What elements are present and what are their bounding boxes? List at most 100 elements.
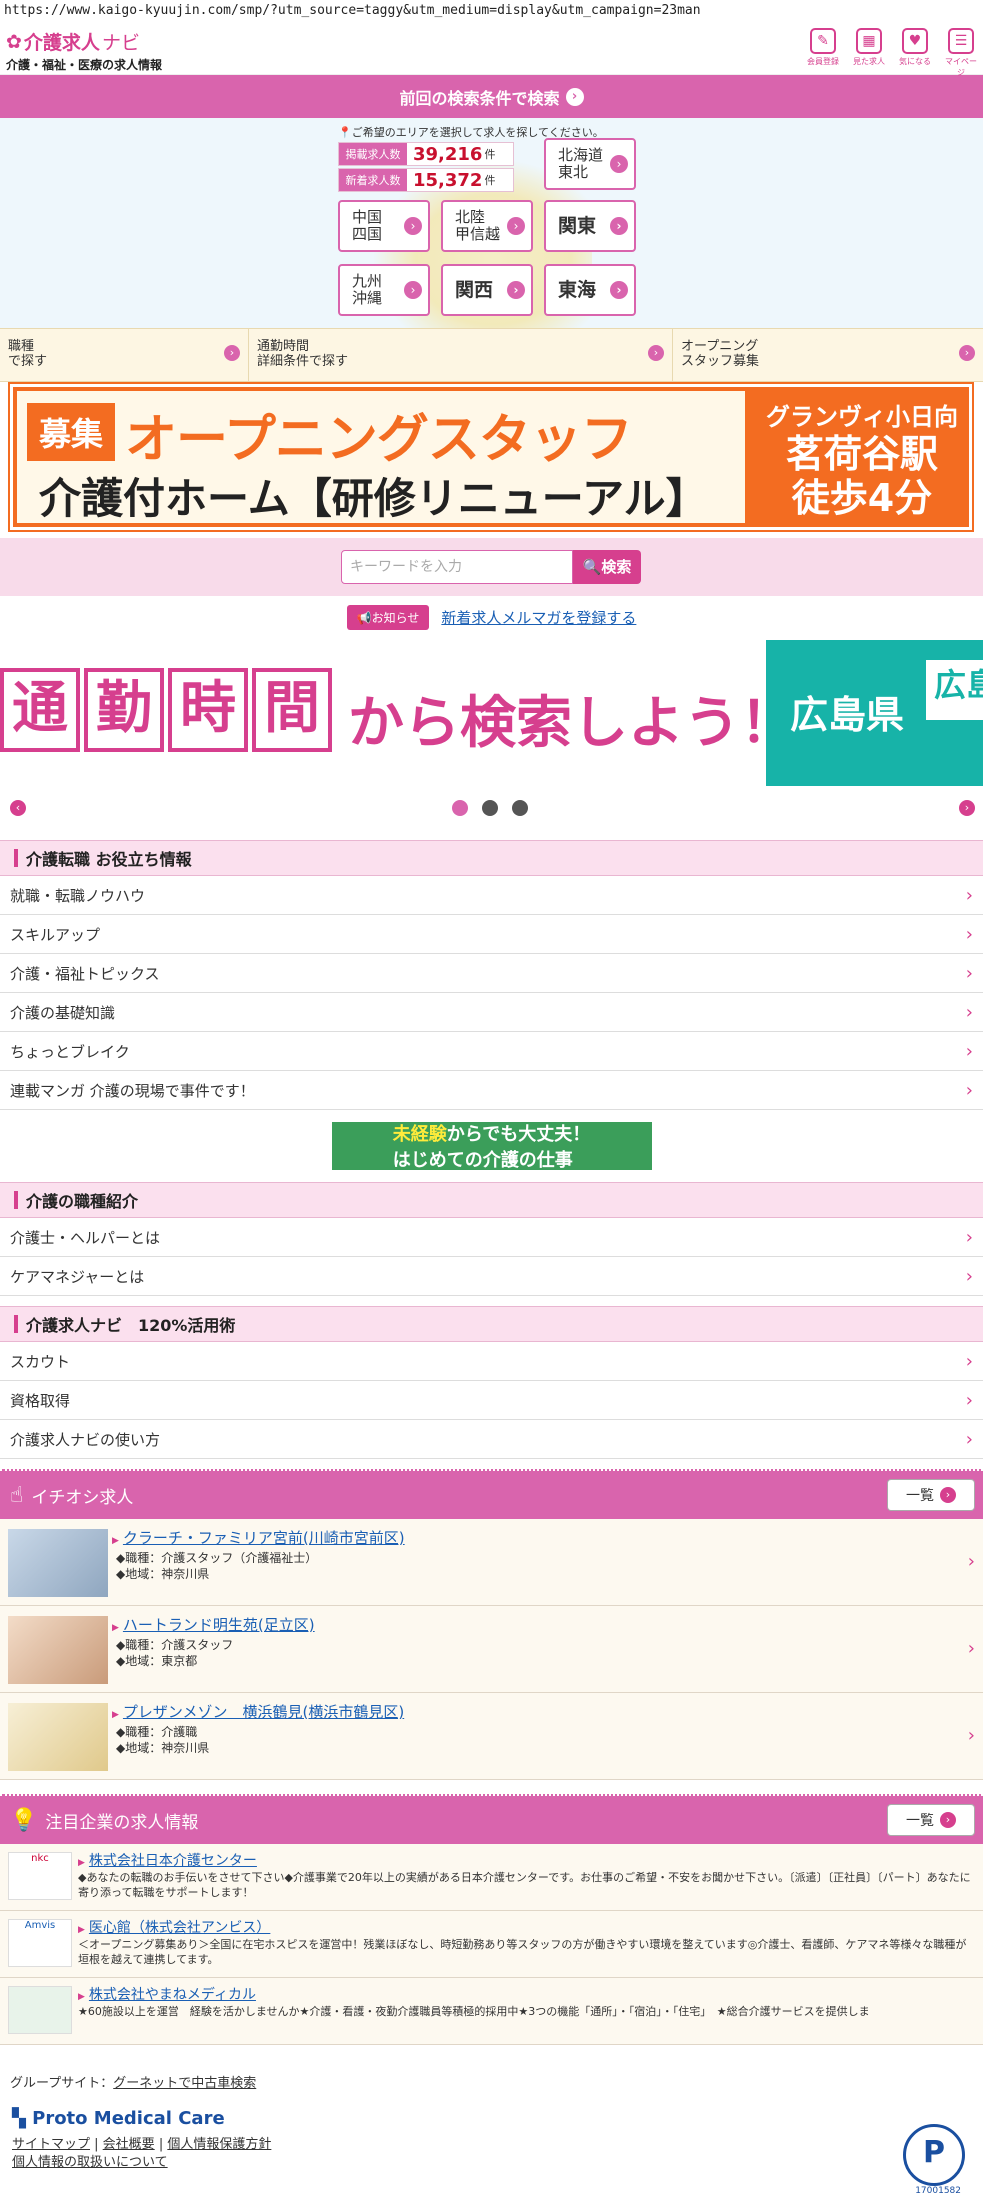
brand-subtitle: 介護・福祉・医療の求人情報	[6, 58, 163, 72]
chevron-right-icon: ›	[404, 281, 422, 299]
more-label: 一覧	[906, 1813, 934, 1829]
slider-controls: ‹ ›	[0, 786, 983, 832]
new-count[interactable]: 新着求人数 15,372 件	[338, 168, 514, 192]
opening-staff[interactable]: オープニング スタッフ募集 ›	[673, 329, 983, 381]
goonet-link[interactable]: グーネットで中古車検索	[113, 2076, 256, 2091]
banner-prefecture: 広島県	[790, 693, 905, 737]
list-item[interactable]: 介護求人ナビの使い方 ›	[0, 1420, 983, 1459]
search-input[interactable]: キーワードを入力	[341, 550, 573, 584]
list-item[interactable]: 連載マンガ 介護の現場で事件です！ ›	[0, 1071, 983, 1110]
book-icon: ☰	[948, 28, 974, 54]
list-item-label: 介護の基礎知識	[10, 1003, 116, 1022]
company-name-link[interactable]: 株式会社日本介護センター	[78, 1850, 257, 1870]
listing-count[interactable]: 掲載求人数 39,216 件	[338, 142, 514, 166]
privacy-mark-number: 17001582	[915, 2186, 961, 2196]
section-bar	[14, 849, 18, 867]
count-unit: 件	[484, 174, 496, 187]
job-title-link[interactable]: ハートランド明生苑(足立区)	[112, 1614, 315, 1635]
company-desc: ★60施設以上を運営 経験を活かしませんか★介護・看護・夜勤介護職員等積極的採用…	[78, 2005, 870, 2018]
region-hokkaido-tohoku[interactable]: 北海道 東北 ›	[544, 138, 636, 190]
slider-dot[interactable]	[482, 800, 498, 816]
region-chugoku-shikoku[interactable]: 中国 四国 ›	[338, 200, 430, 252]
search-button[interactable]: 🔍検索	[573, 550, 641, 584]
count-unit: 件	[484, 148, 496, 161]
address-bar[interactable]: https://www.kaigo-kyuujin.com/smp/?utm_s…	[0, 0, 983, 24]
nav-favorite[interactable]: ♥ 気になる	[897, 28, 933, 78]
brand-text: 介護求人	[23, 32, 100, 54]
nav-register[interactable]: ✎ 会員登録	[805, 28, 841, 78]
count-value: 39,216	[413, 143, 483, 165]
company-card[interactable]: nkc 株式会社日本介護センター ◆あなたの転職のお手伝いをさせて下さい◆介護事…	[0, 1844, 983, 1911]
chevron-right-icon: ›	[610, 281, 628, 299]
chevron-right-icon: ›	[940, 1812, 956, 1828]
sitemap-link[interactable]: サイトマップ	[12, 2137, 90, 2152]
commute-search-banner[interactable]: 通 勤 時 間 から検索しよう！ ▶ 広島県 広島	[0, 640, 983, 786]
banner-station: 茗荷谷駅	[785, 432, 938, 476]
section-title: 介護求人ナビ 120%活用術	[26, 1316, 236, 1335]
slider-prev-button[interactable]: ‹	[10, 800, 26, 816]
job-card[interactable]: プレザンメゾン 横浜鶴見(横浜市鶴見区) ◆職種：介護職 ◆地域：神奈川県 ›	[0, 1693, 983, 1780]
region-tokai[interactable]: 東海 ›	[544, 264, 636, 316]
region-kyushu-okinawa[interactable]: 九州 沖縄 ›	[338, 264, 430, 316]
list-item[interactable]: ケアマネジャーとは ›	[0, 1257, 983, 1296]
prev-search-label: 前回の検索条件で検索	[399, 88, 560, 108]
company-name-link[interactable]: 株式会社やまねメディカル	[78, 1984, 256, 2004]
list-item-label: 介護・福祉トピックス	[10, 964, 160, 983]
search-by-commute[interactable]: 通勤時間 詳細条件で探す ›	[249, 329, 673, 381]
more-label: 一覧	[906, 1488, 934, 1504]
opening-staff-banner[interactable]: 募集 オープニングスタッフ 介護付ホーム【研修リニューアル】 グランヴィ小日向 …	[8, 382, 974, 532]
banner-char: 時	[168, 668, 248, 752]
chevron-right-icon: ›	[965, 923, 973, 945]
section-bar	[14, 1191, 18, 1209]
company-card[interactable]: Amvis 医心館（株式会社アンビス） ＜オープニング募集あり＞全国に在宅ホスピ…	[0, 1911, 983, 1978]
region-label: 関西	[455, 278, 494, 301]
slider-dot[interactable]	[512, 800, 528, 816]
list-item[interactable]: 就職・転職ノウハウ ›	[0, 876, 983, 915]
company-card[interactable]: 株式会社やまねメディカル ★60施設以上を運営 経験を活かしませんか★介護・看護…	[0, 1978, 983, 2045]
region-kansai[interactable]: 関西 ›	[441, 264, 533, 316]
region-kanto[interactable]: 関東 ›	[544, 200, 636, 252]
list-item[interactable]: 介護の基礎知識 ›	[0, 993, 983, 1032]
job-photo	[8, 1703, 108, 1771]
banner-char: 勤	[84, 668, 164, 752]
site-logo[interactable]: ✿ 介護求人 ナビ 介護・福祉・医療の求人情報	[6, 28, 162, 73]
company-name-link[interactable]: 医心館（株式会社アンビス）	[78, 1917, 270, 1937]
chevron-right-icon: ›	[224, 345, 240, 361]
beginner-banner[interactable]: 未経験からでも大丈夫！ はじめての介護の仕事	[331, 1122, 652, 1171]
region-hokuriku[interactable]: 北陸 甲信越 ›	[441, 200, 533, 252]
company-link[interactable]: 会社概要	[103, 2137, 155, 2152]
list-item-label: スカウト	[10, 1352, 71, 1371]
banner-tag: 募集	[27, 403, 115, 461]
banner-title: オープニングスタッフ	[125, 410, 633, 470]
nav-viewed[interactable]: ▦ 見た求人	[851, 28, 887, 78]
nav-mypage[interactable]: ☰ マイページ	[943, 28, 979, 78]
notice-tag-text: お知らせ	[371, 610, 420, 625]
list-item[interactable]: スカウト ›	[0, 1342, 983, 1381]
banner-prefecture-next: 広島	[926, 660, 983, 720]
job-card[interactable]: クラーチ・ファミリア宮前(川崎市宮前区) ◆職種：介護スタッフ（介護福祉士） ◆…	[0, 1519, 983, 1606]
mail-magazine-link[interactable]: 新着求人メルマガを登録する	[441, 607, 636, 628]
job-title-link[interactable]: クラーチ・ファミリア宮前(川崎市宮前区)	[112, 1527, 405, 1548]
section-header: 介護転職 お役立ち情報	[0, 840, 983, 876]
privacy-policy-link[interactable]: 個人情報保護方針	[167, 2137, 271, 2152]
list-item[interactable]: 介護・福祉トピックス ›	[0, 954, 983, 993]
job-card[interactable]: ハートランド明生苑(足立区) ◆職種：介護スタッフ ◆地域：東京都 ›	[0, 1606, 983, 1693]
slider-next-button[interactable]: ›	[959, 800, 975, 816]
slider-dot[interactable]	[452, 800, 468, 816]
list-item[interactable]: スキルアップ ›	[0, 915, 983, 954]
list-item[interactable]: ちょっとブレイク ›	[0, 1032, 983, 1071]
site-header: ✿ 介護求人 ナビ 介護・福祉・医療の求人情報 ✎ 会員登録 ▦ 見た求人 ♥ 気になる …	[0, 24, 983, 78]
region-label: 北海道 東北	[558, 146, 604, 181]
list-item[interactable]: 資格取得 ›	[0, 1381, 983, 1420]
chevron-right-icon: ›	[507, 281, 525, 299]
job-photo	[8, 1616, 108, 1684]
job-title-link[interactable]: プレザンメゾン 横浜鶴見(横浜市鶴見区)	[112, 1701, 404, 1722]
company-more-button[interactable]: 一覧 ›	[887, 1804, 975, 1836]
search-by-job[interactable]: 職種 で探す ›	[0, 329, 249, 381]
nav-label: 気になる	[899, 57, 931, 66]
recommend-more-button[interactable]: 一覧 ›	[887, 1479, 975, 1511]
privacy-handling-link[interactable]: 個人情報の取扱いについて	[12, 2155, 168, 2170]
list-item[interactable]: 介護士・ヘルパーとは ›	[0, 1218, 983, 1257]
prev-search-button[interactable]: 前回の検索条件で検索 ›	[0, 75, 983, 118]
